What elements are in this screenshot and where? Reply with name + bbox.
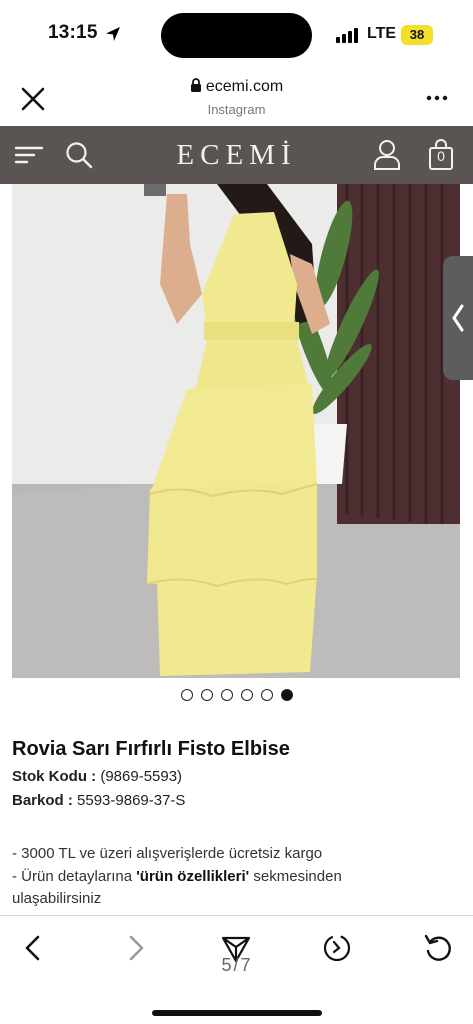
gallery-pager xyxy=(0,689,473,705)
barcode: Barkod : 5593-9869-37-S xyxy=(12,792,185,809)
location-arrow-icon xyxy=(106,27,120,41)
barcode-value: 5593-9869-37-S xyxy=(77,792,186,809)
product-title: Rovia Sarı Fırfırlı Fisto Elbise xyxy=(12,738,290,760)
lock-icon xyxy=(190,78,201,92)
pager-dot[interactable] xyxy=(200,689,213,701)
forward-icon[interactable] xyxy=(119,932,151,964)
pager-dot-active[interactable] xyxy=(280,689,293,701)
stock-code-value: (9869-5593) xyxy=(100,768,183,785)
url-bar[interactable]: ecemi.com xyxy=(0,78,473,96)
site-header: ECEMİ 0 xyxy=(0,126,473,184)
home-indicator xyxy=(152,1010,322,1016)
chevron-left-icon xyxy=(452,304,464,332)
pager-dot[interactable] xyxy=(180,689,193,701)
product-description: - 3000 TL ve üzeri alışverişlerde ücrets… xyxy=(12,843,452,911)
details-note-cont: ulaşabilirsiniz xyxy=(12,890,102,907)
side-panel-tab[interactable] xyxy=(443,256,473,380)
signal-icon xyxy=(336,27,360,43)
pager-dot[interactable] xyxy=(220,689,233,701)
shipping-note: - 3000 TL ve üzeri alışverişlerde ücrets… xyxy=(12,845,323,862)
product-image[interactable] xyxy=(12,184,460,678)
pager-dot[interactable] xyxy=(260,689,273,701)
product-photo xyxy=(12,184,460,678)
browser-toolbar: 5/7 xyxy=(0,915,473,1024)
pager-dot[interactable] xyxy=(240,689,253,701)
brand-logo[interactable]: ECEMİ xyxy=(0,139,473,172)
status-bar: 13:15 LTE 38 xyxy=(0,0,473,70)
barcode-label: Barkod : xyxy=(12,792,73,809)
cart-count: 0 xyxy=(437,148,445,164)
in-app-browser-header: ecemi.com Instagram xyxy=(0,70,473,126)
back-icon[interactable] xyxy=(18,932,50,964)
url-text: ecemi.com xyxy=(205,78,284,95)
page-indicator: 5/7 xyxy=(221,955,253,975)
url-source: Instagram xyxy=(207,102,266,117)
details-note-tab: 'ürün özellikleri' xyxy=(136,867,250,885)
status-time: 13:15 xyxy=(48,22,98,43)
history-icon[interactable] xyxy=(321,932,353,964)
dynamic-island xyxy=(161,13,312,58)
network-type: LTE xyxy=(367,25,397,42)
user-icon[interactable] xyxy=(373,139,401,171)
details-note: - Ürün detaylarına 'ürün özellikleri' se… xyxy=(12,866,452,889)
more-options-icon[interactable] xyxy=(425,88,449,108)
battery-icon: 38 xyxy=(401,25,433,45)
details-note-text-end: sekmesinden xyxy=(249,867,342,885)
stock-code: Stok Kodu : (9869-5593) xyxy=(12,768,182,785)
details-note-text: - Ürün detaylarına xyxy=(12,867,137,885)
reload-icon[interactable] xyxy=(422,932,454,964)
stock-code-label: Stok Kodu : xyxy=(12,768,97,785)
